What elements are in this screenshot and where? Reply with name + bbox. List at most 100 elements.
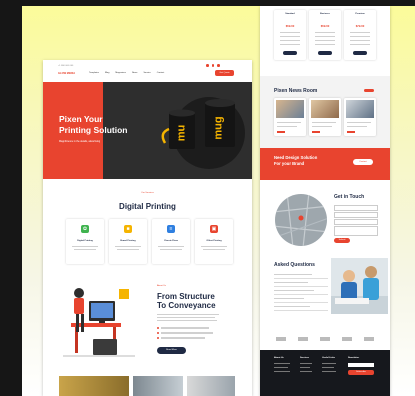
partner-logo	[276, 337, 286, 341]
services-eyebrow: Our Services	[141, 192, 154, 194]
cta-banner: Need Design Solution For your Brand Cont…	[260, 148, 390, 180]
partner-logo	[342, 337, 352, 341]
read-more-button[interactable]: Read More	[157, 347, 186, 354]
portfolio-image[interactable]	[133, 376, 183, 396]
nav-item-contact[interactable]: Contact	[157, 72, 165, 74]
news-view-all[interactable]	[364, 89, 374, 92]
contact-section: Get in Touch Submit	[260, 180, 390, 258]
faq-item[interactable]	[274, 288, 328, 295]
service-card-flexo[interactable]: ≡ Classic Flexo	[152, 219, 190, 264]
nav-item-templates[interactable]: Templates	[89, 72, 99, 74]
portfolio-image[interactable]	[187, 376, 235, 396]
news-title: Pixen News Room	[274, 88, 318, 94]
layers-icon: ≡	[167, 225, 175, 233]
brand-logo[interactable]: GLOW MEDIA	[58, 72, 75, 75]
partner-logo	[298, 337, 308, 341]
portfolio-image[interactable]	[59, 376, 129, 396]
banner-contact-button[interactable]: Contact	[353, 159, 373, 165]
service-card-text	[72, 246, 98, 248]
social-icons	[206, 64, 220, 67]
faq-team-photo	[331, 258, 388, 314]
structure-title-line2: To Conveyance	[157, 301, 216, 310]
footer-col-title: Services	[300, 357, 310, 359]
plan-price: $79.00	[355, 24, 365, 28]
plan-name: Premium	[355, 13, 365, 15]
partner-logos	[260, 328, 390, 350]
designer-illustration	[63, 288, 135, 357]
choose-plan-button[interactable]	[318, 51, 332, 55]
nav-item-service[interactable]: Service	[143, 72, 150, 74]
check-icon	[157, 337, 159, 339]
check-icon	[157, 327, 159, 329]
newsletter-input[interactable]	[348, 363, 374, 367]
faq-title: Asked Questions	[274, 262, 315, 268]
faq-item[interactable]	[274, 280, 328, 287]
contact-message-input[interactable]	[334, 226, 378, 236]
pricing-card-business[interactable]: Business $59.00	[309, 10, 341, 60]
plan-name: Business	[320, 13, 330, 15]
site-header: GLOW MEDIA +1 800 000 000 Templates Blog…	[43, 60, 252, 82]
hero-section: mu mug Pixen Your Printing Solution Magn…	[43, 82, 252, 179]
partner-logo	[364, 337, 374, 341]
news-section: Pixen News Room	[260, 76, 390, 148]
site-footer: About Us Services Useful Links Newslette…	[260, 350, 390, 396]
structure-text	[157, 314, 219, 316]
nav-item-magazines[interactable]: Magazines	[115, 72, 126, 74]
nav-bar: Templates Blog Magazines News Service Co…	[89, 72, 164, 74]
instagram-icon[interactable]	[217, 64, 220, 67]
footer-col-title: About Us	[274, 357, 284, 359]
service-card-text	[115, 246, 141, 248]
pricing-card-standard[interactable]: Standard $59.00	[274, 10, 306, 60]
faq-item[interactable]	[274, 296, 328, 303]
printer-icon: ▣	[210, 225, 218, 233]
structure-title-line1: From Structure	[157, 292, 215, 301]
contact-map[interactable]	[273, 192, 329, 248]
news-card[interactable]	[309, 98, 341, 136]
service-card-digital[interactable]: ✿ Digital Printing	[66, 219, 104, 264]
twitter-icon[interactable]	[211, 64, 214, 67]
contact-name-input[interactable]	[334, 205, 378, 211]
pricing-card-premium[interactable]: Premium $79.00	[344, 10, 376, 60]
service-card-title: Digital Printing	[77, 240, 93, 242]
services-section: Our Services Digital Printing ✿ Digital …	[43, 179, 252, 275]
nav-item-news[interactable]: News	[132, 72, 137, 74]
service-card-title: Classic Flexo	[164, 240, 178, 242]
get-quote-button[interactable]: Get Quote	[215, 70, 234, 76]
nav-item-blog[interactable]: Blog	[105, 72, 109, 74]
leaf-icon: ✿	[81, 225, 89, 233]
facebook-icon[interactable]	[206, 64, 209, 67]
news-card[interactable]	[344, 98, 376, 136]
hero-title-line2: Printing Solution	[59, 125, 128, 135]
news-card[interactable]	[274, 98, 306, 136]
hero-mug-image	[161, 97, 245, 169]
hero-title-line1: Pixen Your	[59, 114, 103, 124]
services-title: Digital Printing	[119, 202, 176, 211]
website-preview-main[interactable]: GLOW MEDIA +1 800 000 000 Templates Blog…	[43, 60, 252, 396]
mug-text-right: mug	[212, 116, 225, 140]
plan-name: Standard	[285, 13, 295, 15]
subscribe-button[interactable]: Subscribe	[348, 370, 374, 375]
check-icon	[157, 332, 159, 334]
faq-item[interactable]	[274, 304, 328, 311]
news-image	[346, 100, 374, 118]
faq-section: Asked Questions	[260, 258, 390, 326]
website-preview-secondary[interactable]: Standard $59.00 Business $59.00 Premium …	[260, 6, 390, 396]
service-card-offset[interactable]: ▣ Offset Printing	[195, 219, 233, 264]
choose-plan-button[interactable]	[283, 51, 297, 55]
hero-subtitle: Magnificence in the details, advertising	[59, 140, 101, 143]
partner-logo	[320, 337, 330, 341]
contact-email-input[interactable]	[334, 212, 378, 218]
structure-eyebrow: About Us	[157, 285, 166, 287]
contact-phone-input[interactable]	[334, 219, 378, 225]
contact-submit-button[interactable]: Submit	[334, 238, 350, 243]
footer-col-title: Newsletter	[348, 357, 360, 359]
feature-list	[157, 327, 213, 339]
service-card-brand[interactable]: ■ Brand Printing	[109, 219, 147, 264]
choose-plan-button[interactable]	[353, 51, 367, 55]
faq-item[interactable]	[274, 272, 328, 279]
mug-text-left: mu	[175, 124, 188, 142]
contact-title: Get in Touch	[334, 194, 365, 200]
news-image	[276, 100, 304, 118]
plan-price: $59.00	[285, 24, 295, 28]
structure-section: About Us From Structure To Conveyance Re…	[43, 275, 252, 370]
